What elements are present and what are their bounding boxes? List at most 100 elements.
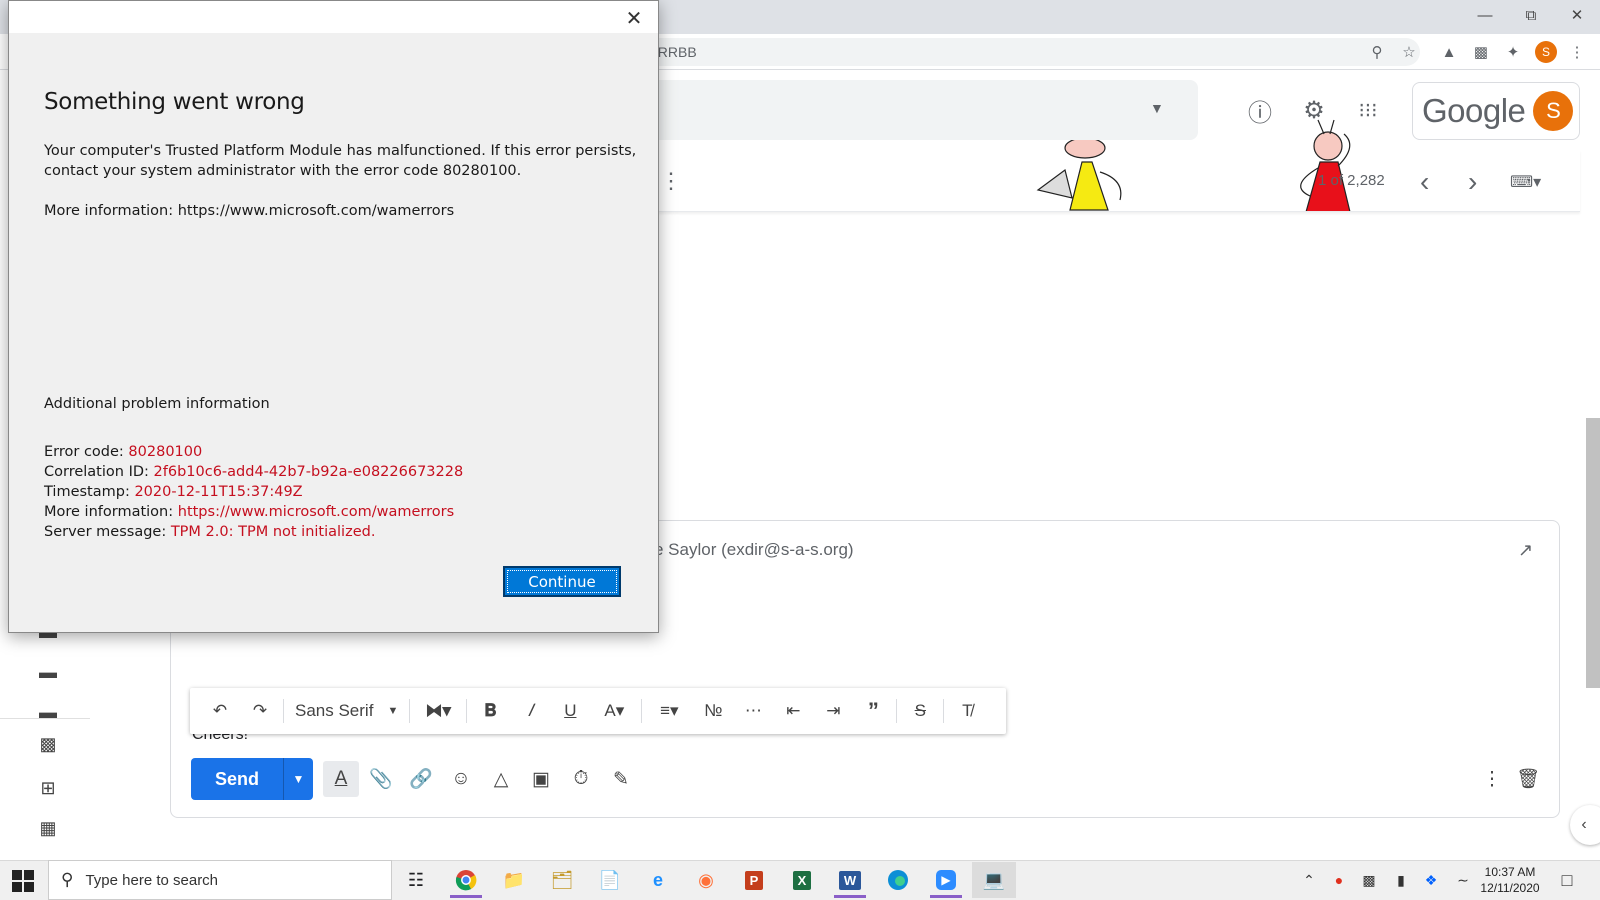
edge-icon[interactable]	[876, 862, 920, 898]
from-address[interactable]: e Saylor (exdir@s-a-s.org)	[654, 540, 854, 560]
account-avatar[interactable]: S	[1533, 91, 1574, 131]
quote-icon[interactable]: ”	[853, 693, 893, 729]
internet-explorer-icon[interactable]: e	[636, 862, 680, 898]
align-icon[interactable]: ≡▾	[645, 693, 693, 729]
browser-profile-avatar[interactable]: S	[1535, 41, 1557, 63]
continue-button[interactable]: Continue	[503, 566, 621, 597]
detail-value-link[interactable]: https://www.microsoft.com/wamerrors	[178, 504, 454, 520]
signature-icon[interactable]: ✎	[603, 761, 639, 797]
pagination-count: 1 of 2,282	[1318, 172, 1385, 189]
label-icon[interactable]: ▬	[36, 700, 60, 724]
input-tools-icon[interactable]: ⌨▾	[1510, 172, 1541, 192]
firefox-icon[interactable]: ◉	[684, 862, 728, 898]
detail-row: Error code: 80280100	[44, 442, 463, 462]
notepad-icon[interactable]: 📄	[588, 862, 632, 898]
detail-value: 2f6b10c6-add4-42b7-b92a-e08226673228	[153, 464, 464, 480]
redo-icon[interactable]: ↷	[240, 693, 280, 729]
security-tray-icon[interactable]: ●	[1328, 868, 1350, 892]
excel-icon[interactable]: X	[780, 862, 824, 898]
font-family-select[interactable]: Sans Serif ▼	[287, 701, 406, 721]
dialog-close-icon[interactable]: ✕	[621, 5, 647, 31]
label-icon[interactable]: ▬	[36, 660, 60, 684]
more-info-text: More information: https://www.microsoft.…	[44, 203, 455, 219]
scrollbar-thumb[interactable]	[1586, 418, 1600, 688]
windows-start-icon[interactable]	[12, 870, 34, 892]
file-explorer-icon[interactable]: 📁	[492, 862, 536, 898]
browser-menu-icon[interactable]: ⋮	[1566, 41, 1588, 63]
insert-photo-icon[interactable]: ▣	[523, 761, 559, 797]
archive-app-icon[interactable]: 🗂	[540, 862, 584, 898]
powerpoint-icon[interactable]: P	[732, 862, 776, 898]
more-options-icon[interactable]: ⋮	[1474, 761, 1510, 797]
minimize-icon[interactable]: —	[1462, 0, 1508, 30]
detail-value: 2020-12-11T15:37:49Z	[134, 484, 303, 500]
error-details: Error code: 80280100 Correlation ID: 2f6…	[44, 442, 463, 542]
word-icon[interactable]: W	[828, 862, 872, 898]
help-icon[interactable]: ⓘ	[1240, 90, 1280, 130]
older-chevron-icon[interactable]: ›	[1468, 166, 1477, 198]
attach-file-icon[interactable]: 📎	[363, 761, 399, 797]
new-meeting-icon[interactable]: ⊞	[36, 776, 60, 800]
chrome-app-icon[interactable]	[444, 862, 488, 898]
network-wifi-icon[interactable]: ∼	[1452, 868, 1474, 892]
battery-icon[interactable]: ▮	[1390, 868, 1412, 892]
dialog-title: Something went wrong	[44, 89, 305, 115]
bookmark-star-icon[interactable]: ☆	[1398, 41, 1420, 63]
google-account-box[interactable]: Google S	[1412, 82, 1580, 140]
text-color-icon[interactable]: A▾	[590, 693, 638, 729]
detail-row: Timestamp: 2020-12-11T15:37:49Z	[44, 482, 463, 502]
detail-label: More information:	[44, 504, 178, 520]
detail-row: Server message: TPM 2.0: TPM not initial…	[44, 522, 463, 542]
bold-icon[interactable]: 𝐁	[470, 693, 510, 729]
text-size-icon[interactable]: ⧓▾	[413, 693, 463, 729]
restore-icon[interactable]: ⧉	[1508, 0, 1554, 30]
device-tray-icon[interactable]: ▩	[1358, 868, 1380, 892]
task-view-icon[interactable]: ☷	[394, 862, 438, 898]
separator	[641, 699, 643, 723]
puzzle-extensions-icon[interactable]: ✦	[1502, 41, 1524, 63]
taskbar-search-box[interactable]: ⚲ Type here to search	[48, 860, 392, 900]
more-actions-icon[interactable]: ⋮	[660, 168, 682, 194]
dialog-message-line: contact your system administrator with t…	[44, 163, 522, 179]
show-hidden-icons-chevron-icon[interactable]: ⌃	[1298, 868, 1320, 892]
underline-icon[interactable]: U	[550, 693, 590, 729]
mail-search-box[interactable]	[620, 80, 1198, 140]
side-panel-toggle-icon[interactable]: ‹	[1570, 805, 1600, 845]
calendar-icon[interactable]: ▦	[36, 816, 60, 840]
zoom-icon[interactable]: ⚲	[1366, 41, 1388, 63]
meet-video-icon[interactable]: ▩	[36, 732, 60, 756]
google-logo: Google	[1422, 92, 1526, 129]
detail-label: Error code:	[44, 444, 129, 460]
indent-more-icon[interactable]: ⇥	[813, 693, 853, 729]
send-button[interactable]: Send	[191, 758, 283, 800]
popout-icon[interactable]: ↗	[1518, 540, 1533, 561]
search-icon: ⚲	[61, 870, 74, 889]
drive-icon[interactable]: △	[483, 761, 519, 797]
remote-app-icon[interactable]: 💻	[972, 862, 1016, 898]
drive-extension-icon[interactable]: ▲	[1438, 41, 1460, 63]
undo-icon[interactable]: ↶	[200, 693, 240, 729]
insert-link-icon[interactable]: 🔗	[403, 761, 439, 797]
italic-icon[interactable]: 𝐼	[510, 693, 550, 729]
strikethrough-icon[interactable]: S	[900, 693, 940, 729]
remove-formatting-icon[interactable]: T̸	[947, 693, 987, 729]
zoom-app-icon[interactable]: ▶	[924, 862, 968, 898]
dropbox-icon[interactable]: ❖	[1420, 868, 1442, 892]
formatting-options-icon[interactable]: A	[323, 761, 359, 797]
window-close-icon[interactable]: ✕	[1554, 0, 1600, 30]
send-options-icon[interactable]: ▼	[283, 758, 313, 800]
confidential-mode-icon[interactable]: ⏱	[563, 761, 599, 797]
separator	[409, 699, 411, 723]
taskbar-clock[interactable]: 10:37 AM 12/11/2020	[1476, 864, 1544, 896]
search-options-icon[interactable]: ▼	[1150, 100, 1164, 116]
extension-icon[interactable]: ▩	[1470, 41, 1492, 63]
newer-chevron-icon[interactable]: ‹	[1420, 166, 1429, 198]
emoji-icon[interactable]: ☺	[443, 761, 479, 797]
dialog-message: Your computer's Trusted Platform Module …	[44, 141, 636, 181]
dropdown-caret-icon: ▼	[387, 705, 399, 717]
bulleted-list-icon[interactable]: ⋯	[733, 693, 773, 729]
discard-trash-icon[interactable]: 🗑	[1510, 761, 1546, 797]
action-center-icon[interactable]: □	[1556, 868, 1578, 892]
numbered-list-icon[interactable]: №	[693, 693, 733, 729]
indent-less-icon[interactable]: ⇤	[773, 693, 813, 729]
